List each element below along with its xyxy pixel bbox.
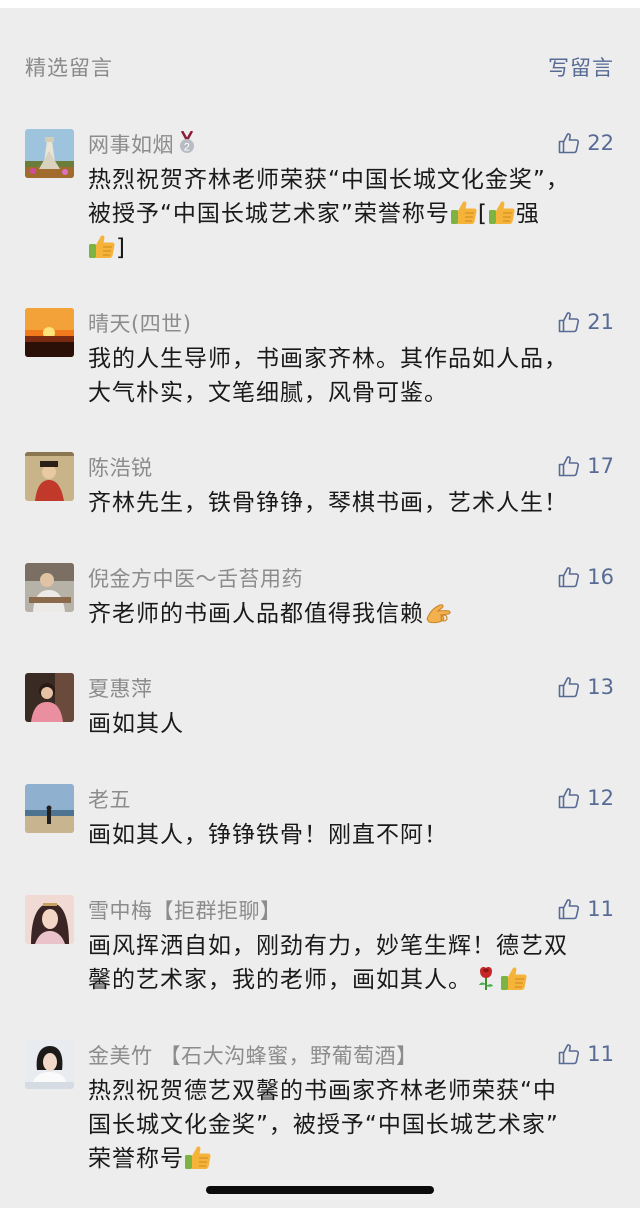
comment-text: 画如其人 (88, 707, 618, 741)
commenter-name[interactable]: 老五 (88, 784, 131, 814)
commenter-name[interactable]: 倪金方中医～舌苔用药 (88, 563, 303, 593)
thumbs-up-outline-icon (557, 897, 581, 921)
thumbs-up-outline-icon (557, 675, 581, 699)
comment-line: 画如其人，铮铮铁骨！刚直不阿！ (88, 822, 448, 848)
comments-header: 精选留言 写留言 (0, 52, 640, 86)
comment-text: 齐林先生，铁骨铮铮，琴棋书画，艺术人生！ (88, 486, 618, 520)
home-indicator[interactable] (206, 1186, 434, 1194)
commenter-name[interactable]: 网事如烟 2 (88, 129, 196, 159)
thumbs-up-emoji-icon (488, 199, 516, 225)
thumbs-up-emoji-icon (450, 199, 478, 225)
avatar[interactable] (25, 673, 74, 722)
like-count: 17 (587, 454, 614, 478)
medal-2-icon: 2 (180, 131, 194, 154)
avatar[interactable] (25, 895, 74, 944)
thumbs-up-outline-icon (557, 454, 581, 478)
avatar[interactable] (25, 563, 74, 612)
comment-text: 热烈祝贺齐林老师荣获“中国长城文化金奖”， 被授予“中国长城艺术家”荣誉称号[强… (88, 163, 618, 265)
avatar[interactable] (25, 308, 74, 357)
commenter-name[interactable]: 雪中梅【拒群拒聊】 (88, 895, 282, 925)
commenter-name[interactable]: 金美竹 【石大沟蜂蜜，野葡萄酒】 (88, 1040, 418, 1070)
comment-line: 热烈祝贺德艺双馨的书画家齐林老师荣获“中 (88, 1078, 557, 1104)
comment-text: 齐老师的书画人品都值得我信赖 (88, 597, 618, 631)
like-button[interactable]: 16 (557, 563, 614, 591)
commenter-name[interactable]: 晴天(四世) (88, 308, 191, 338)
comment-line: 齐林先生，铁骨铮铮，琴棋书画，艺术人生！ (88, 490, 568, 516)
comment-text: 画如其人，铮铮铁骨！刚直不阿！ (88, 818, 618, 852)
like-button[interactable]: 13 (557, 673, 614, 701)
like-count: 13 (587, 675, 614, 699)
thumbs-up-emoji-icon (88, 233, 116, 259)
featured-comments-title: 精选留言 (25, 56, 113, 80)
thumbs-up-outline-icon (557, 565, 581, 589)
like-count: 11 (587, 897, 614, 921)
thumbs-up-emoji-icon (500, 965, 528, 991)
comment-line: 被授予“中国长城艺术家”荣誉称号[强 (88, 199, 540, 227)
comment-line: 大气朴实，文笔细腻，风骨可鉴。 (88, 380, 448, 406)
like-button[interactable]: 22 (557, 129, 614, 157)
thumbs-up-outline-icon (557, 131, 581, 155)
avatar[interactable] (25, 452, 74, 501)
comment-line: 热烈祝贺齐林老师荣获“中国长城文化金奖”， (88, 167, 570, 193)
like-button[interactable]: 11 (557, 1040, 614, 1068)
thumbs-up-outline-icon (557, 786, 581, 810)
thumbs-up-outline-icon (557, 310, 581, 334)
like-count: 12 (587, 786, 614, 810)
write-comment-link[interactable]: 写留言 (548, 52, 614, 82)
top-strip (0, 0, 640, 8)
commenter-name[interactable]: 夏惠萍 (88, 673, 153, 703)
comment-text: 热烈祝贺德艺双馨的书画家齐林老师荣获“中 国长城文化金奖”，被授予“中国长城艺术… (88, 1074, 618, 1176)
comment-text: 画风挥洒自如，刚劲有力，妙笔生辉！德艺双 馨的艺术家，我的老师，画如其人。 (88, 929, 618, 997)
comment-line: 画风挥洒自如，刚劲有力，妙笔生辉！德艺双 (88, 933, 568, 959)
svg-text:2: 2 (184, 142, 191, 154)
like-button[interactable]: 11 (557, 895, 614, 923)
ok-hand-emoji-icon (424, 599, 452, 625)
thumbs-up-outline-icon (557, 1042, 581, 1066)
comment-line: ] (88, 231, 618, 265)
thumbs-up-emoji-icon (184, 1144, 212, 1170)
rose-emoji-icon (472, 965, 500, 991)
like-count: 11 (587, 1042, 614, 1066)
like-count: 22 (587, 131, 614, 155)
like-button[interactable]: 21 (557, 308, 614, 336)
comment-text: 我的人生导师，书画家齐林。其作品如人品， 大气朴实，文笔细腻，风骨可鉴。 (88, 342, 618, 410)
avatar[interactable] (25, 784, 74, 833)
avatar[interactable] (25, 1040, 74, 1089)
like-count: 21 (587, 310, 614, 334)
like-button[interactable]: 12 (557, 784, 614, 812)
comment-line: 国长城文化金奖”，被授予“中国长城艺术家” (88, 1112, 559, 1138)
comment-line: 馨的艺术家，我的老师，画如其人。 (88, 963, 618, 997)
like-button[interactable]: 17 (557, 452, 614, 480)
comment-line: 齐老师的书画人品都值得我信赖 (88, 597, 618, 631)
comment-line: 画如其人 (88, 711, 184, 737)
like-count: 16 (587, 565, 614, 589)
comment-line: 我的人生导师，书画家齐林。其作品如人品， (88, 346, 568, 372)
comment-line: 荣誉称号 (88, 1142, 618, 1176)
commenter-name[interactable]: 陈浩锐 (88, 452, 153, 482)
avatar[interactable] (25, 129, 74, 178)
